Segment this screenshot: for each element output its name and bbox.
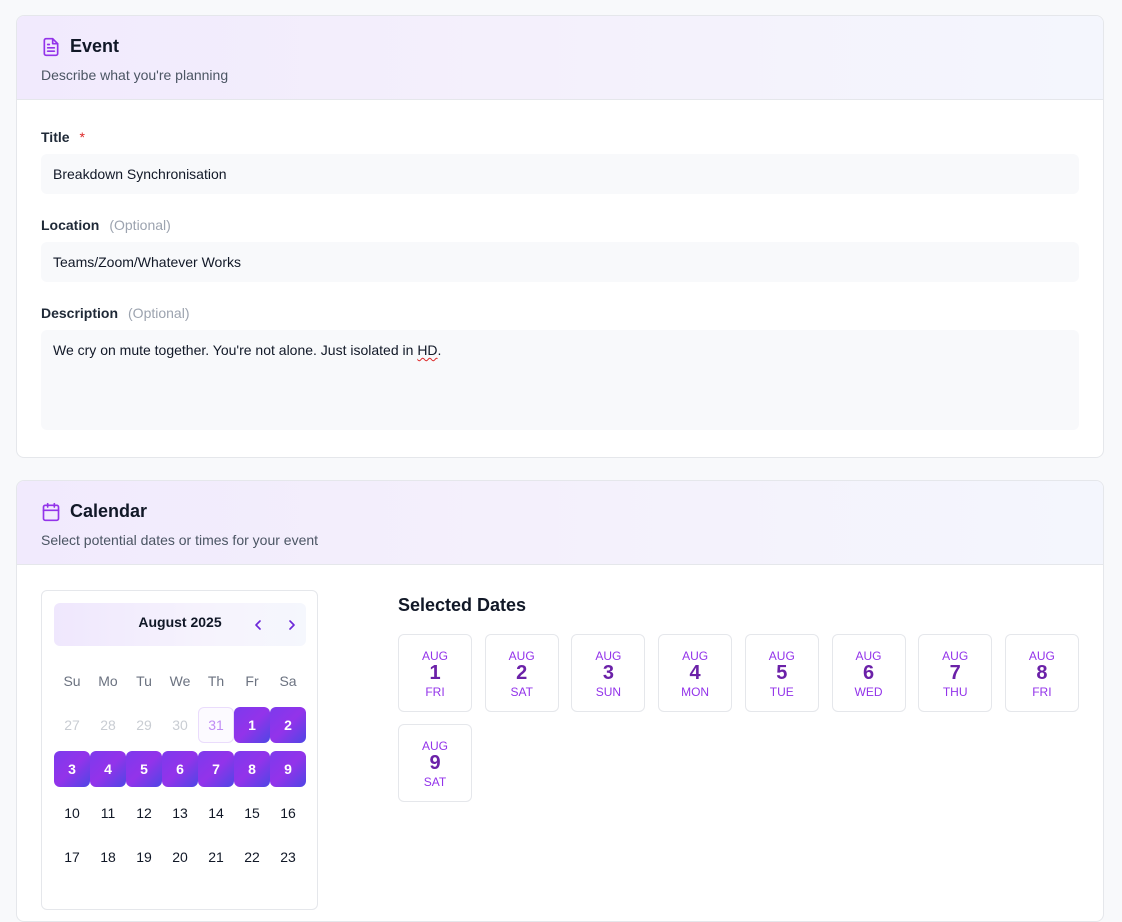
description-textarea[interactable]: We cry on mute together. You're not alon… <box>41 330 1079 430</box>
chip-month: AUG <box>682 649 709 663</box>
weekday-label: Mo <box>98 673 118 689</box>
calendar-day[interactable]: 23 <box>270 839 306 875</box>
title-label: Title * <box>41 129 85 145</box>
chevron-left-icon[interactable] <box>250 617 266 633</box>
weekday-label: We <box>169 673 191 689</box>
chip-weekday: SAT <box>423 775 447 789</box>
calendar-day[interactable]: 20 <box>162 839 198 875</box>
event-card-subtitle: Describe what you're planning <box>41 67 229 83</box>
event-card: Event Describe what you're planning Titl… <box>16 15 1104 458</box>
calendar-day-selected[interactable]: 9 <box>270 751 306 787</box>
selected-date-chip[interactable]: AUG 6 WED <box>831 634 906 712</box>
selected-date-chip[interactable]: AUG 5 TUE <box>744 634 819 712</box>
date-picker: August 2025 Su Mo Tu We Th Fr Sa 27 28 29 30 31 1 2 3 4… <box>41 590 318 910</box>
calendar-card: Calendar Select potential dates or times… <box>16 480 1104 922</box>
chip-weekday: TUE <box>769 685 794 699</box>
event-card-header: Event Describe what you're planning <box>17 16 1103 100</box>
calendar-day[interactable]: 21 <box>198 839 234 875</box>
chip-day: 2 <box>516 662 528 684</box>
title-input-value: Breakdown Synchronisation <box>53 166 227 182</box>
chip-weekday: SUN <box>595 685 622 699</box>
calendar-day[interactable]: 22 <box>234 839 270 875</box>
selected-date-chip[interactable]: AUG 7 THU <box>918 634 993 712</box>
calendar-card-header: Calendar Select potential dates or times… <box>17 481 1103 565</box>
calendar-day[interactable]: 30 <box>162 707 198 743</box>
chip-weekday: WED <box>854 685 883 699</box>
optional-tag: (Optional) <box>109 217 171 233</box>
chip-day: 5 <box>776 662 788 684</box>
calendar-day[interactable]: 11 <box>90 795 126 831</box>
chip-month: AUG <box>768 649 795 663</box>
calendar-card-subtitle: Select potential dates or times for your… <box>41 532 319 548</box>
calendar-day-selected[interactable]: 6 <box>162 751 198 787</box>
chip-day: 4 <box>689 662 701 684</box>
location-input[interactable]: Teams/Zoom/Whatever Works <box>41 242 1079 282</box>
calendar-card-title: Calendar <box>70 501 148 521</box>
selected-date-chip[interactable]: AUG 9 SAT <box>398 724 472 802</box>
weekday-label: Su <box>63 673 81 689</box>
calendar-icon <box>41 502 61 522</box>
calendar-day[interactable]: 14 <box>198 795 234 831</box>
calendar-day[interactable]: 16 <box>270 795 306 831</box>
chip-month: AUG <box>595 649 622 663</box>
calendar-day[interactable]: 29 <box>126 707 162 743</box>
description-label: Description (Optional) <box>41 305 190 321</box>
chip-month: AUG <box>942 649 969 663</box>
chip-month: AUG <box>855 649 882 663</box>
calendar-day[interactable]: 28 <box>90 707 126 743</box>
date-picker-header: August 2025 <box>54 603 306 646</box>
chip-day: 9 <box>429 752 441 774</box>
calendar-day[interactable]: 13 <box>162 795 198 831</box>
location-input-value: Teams/Zoom/Whatever Works <box>53 254 242 270</box>
description-value: We cry on mute together. You're not alon… <box>53 342 442 358</box>
calendar-day[interactable]: 31 <box>198 707 234 743</box>
required-mark: * <box>79 129 85 145</box>
calendar-day-selected[interactable]: 1 <box>234 707 270 743</box>
chip-month: AUG <box>421 649 448 663</box>
calendar-day-selected[interactable]: 5 <box>126 751 162 787</box>
document-icon <box>41 37 61 57</box>
calendar-day[interactable]: 27 <box>54 707 90 743</box>
chip-month: AUG <box>508 649 535 663</box>
chip-day: 6 <box>862 662 875 684</box>
calendar-day-selected[interactable]: 8 <box>234 751 270 787</box>
calendar-day[interactable]: 10 <box>54 795 90 831</box>
selected-date-chip[interactable]: AUG 2 SAT <box>484 634 559 712</box>
selected-date-chip[interactable]: AUG 8 FRI <box>1004 634 1079 712</box>
chip-weekday: MON <box>681 685 710 699</box>
weekday-label: Sa <box>279 673 297 689</box>
chip-weekday: SAT <box>510 685 533 699</box>
chip-day: 3 <box>602 662 614 684</box>
selected-date-chip[interactable]: AUG 1 FRI <box>398 634 472 712</box>
chevron-right-icon[interactable] <box>284 617 300 633</box>
chip-weekday: FRI <box>1032 685 1052 699</box>
calendar-day[interactable]: 17 <box>54 839 90 875</box>
weekday-label: Th <box>207 673 225 689</box>
chip-month: AUG <box>421 739 448 753</box>
calendar-day[interactable]: 15 <box>234 795 270 831</box>
weekday-label: Fr <box>245 673 259 689</box>
location-label: Location (Optional) <box>41 217 171 233</box>
calendar-day[interactable]: 19 <box>126 839 162 875</box>
calendar-day-selected[interactable]: 2 <box>270 707 306 743</box>
calendar-day-selected[interactable]: 4 <box>90 751 126 787</box>
chip-day: 7 <box>949 662 961 684</box>
chip-weekday: THU <box>942 685 968 699</box>
month-label: August 2025 <box>138 614 222 630</box>
calendar-day[interactable]: 18 <box>90 839 126 875</box>
chip-day: 8 <box>1036 662 1048 684</box>
selected-dates-title: Selected Dates <box>398 595 527 615</box>
optional-tag: (Optional) <box>128 305 190 321</box>
event-card-title: Event <box>70 36 120 56</box>
chip-month: AUG <box>1028 649 1055 663</box>
selected-date-chip[interactable]: AUG 3 SUN <box>571 634 646 712</box>
title-input[interactable]: Breakdown Synchronisation <box>41 154 1079 194</box>
chip-day: 1 <box>429 662 441 684</box>
weekday-label: Tu <box>136 673 152 689</box>
chip-weekday: FRI <box>425 685 445 699</box>
calendar-day-selected[interactable]: 3 <box>54 751 90 787</box>
selected-date-chip[interactable]: AUG 4 MON <box>658 634 733 712</box>
calendar-day[interactable]: 12 <box>126 795 162 831</box>
calendar-day-selected[interactable]: 7 <box>198 751 234 787</box>
